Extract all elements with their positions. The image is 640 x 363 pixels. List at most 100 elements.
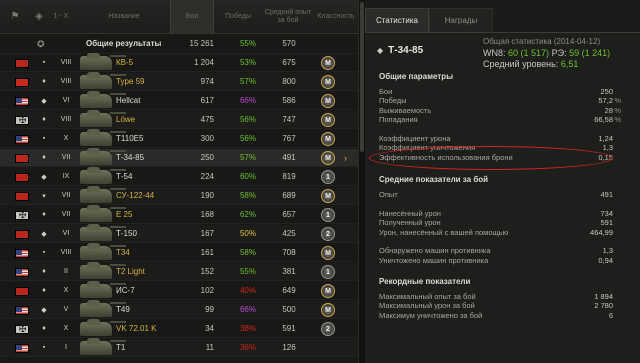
wins-value: 58% <box>239 248 256 257</box>
tab-awards[interactable]: Награды <box>429 8 493 32</box>
tank-icon <box>80 110 126 127</box>
table-row[interactable]: ♦ II T2 Light 152 55% 381 1 <box>0 262 358 281</box>
stat-value: 734 <box>600 208 613 218</box>
stat-row: Коэффициент урона 1,24 <box>379 134 621 143</box>
avg-xp-value: 819 <box>282 172 296 181</box>
table-row[interactable]: ♦ X ИС-7 102 40% 649 M <box>0 281 358 300</box>
stat-value: 57,2 <box>598 96 613 106</box>
battles-value: 190 <box>200 191 214 200</box>
wins-value: 57% <box>239 153 256 162</box>
stat-row: Максимальный урон за бой 2 780 <box>379 301 621 310</box>
stat-label: Попадания <box>379 115 418 125</box>
tank-icon <box>80 300 126 317</box>
avg-xp-value: 689 <box>282 191 296 200</box>
tank-icon <box>80 281 126 298</box>
table-row[interactable]: ♦ VII E 25 168 62% 657 1 <box>0 205 358 224</box>
tier-sort[interactable]: 1 - X <box>50 0 72 34</box>
battles-value: 167 <box>200 229 214 238</box>
avg-xp-value: 649 <box>282 286 296 295</box>
wins-column-header[interactable]: Победы <box>216 0 260 34</box>
total-stats-icon: ✪ <box>37 39 45 49</box>
mastery-badge-icon: M <box>321 132 335 146</box>
battles-value: 152 <box>200 267 214 276</box>
mastery-badge-icon: M <box>321 113 335 127</box>
stat-label: Нанесённый урон <box>379 208 441 218</box>
stat-label: Максимум уничтожено за бой <box>379 310 483 320</box>
vehicle-type-icon: ◆ <box>41 306 47 314</box>
name-column-header[interactable]: Название <box>80 0 168 34</box>
avg-xp-column-header[interactable]: Средний опыт за бой <box>262 0 314 34</box>
mastery-badge-icon: M <box>321 189 335 203</box>
table-row[interactable]: ◆ VI Т-150 167 50% 425 2 <box>0 224 358 243</box>
tank-name: T2 Light <box>116 267 145 276</box>
stats-body: ◆ Т-34-85 Общая статистика (2014-04-12) W… <box>365 32 640 363</box>
avg-xp-value: 425 <box>282 229 296 238</box>
stat-label: Максимальный урон за бой <box>379 301 475 311</box>
battles-column-header[interactable]: Бои <box>170 0 214 34</box>
wins-value: 66% <box>239 96 256 105</box>
tier-label: X <box>63 135 69 142</box>
tank-icon <box>80 148 126 165</box>
stat-value: 6 <box>608 310 613 320</box>
stat-row: Уничтожено машин противника 0,94 <box>379 256 621 265</box>
total-row[interactable]: ✪ Общие результаты 15 261 55% 570 <box>0 34 358 54</box>
nation-filter[interactable]: ⚑ <box>0 0 30 34</box>
selected-tank-title: ◆ Т-34-85 <box>377 45 423 56</box>
chevron-right-icon: › <box>344 153 347 163</box>
vehicle-class-icon: ◆ <box>377 46 384 55</box>
wins-value: 58% <box>239 191 256 200</box>
table-row[interactable]: ◆ V T49 99 66% 500 M <box>0 300 358 319</box>
mastery-badge-icon: 2 <box>321 322 335 336</box>
battles-value: 34 <box>205 324 214 333</box>
class-column-header[interactable]: Классность <box>314 0 358 34</box>
avg-xp-value: 500 <box>282 305 296 314</box>
table-row[interactable]: ▪ X T110E5 300 56% 767 M <box>0 129 358 148</box>
table-row[interactable]: ▪ I T1 11 36% 126 <box>0 338 358 357</box>
wins-value: 40% <box>239 286 256 295</box>
avg-xp-value: 767 <box>282 134 296 143</box>
battles-value: 300 <box>200 134 214 143</box>
tank-name: T110E5 <box>116 134 144 143</box>
vehicle-type-icon: ▪ <box>42 249 46 256</box>
stat-unit: % <box>614 105 621 115</box>
wn8-value: 60 (1 517) <box>508 48 550 58</box>
germany-flag-icon <box>15 210 29 221</box>
tank-icon <box>80 262 126 279</box>
table-row[interactable]: ▪ VIII T34 161 58% 708 M <box>0 243 358 262</box>
scrollbar-thumb[interactable] <box>360 2 364 152</box>
table-row[interactable]: ◆ IX Т-54 224 60% 819 1 <box>0 167 358 186</box>
table-row[interactable]: ◆ VI Hellcat 617 66% 586 M <box>0 91 358 110</box>
wins-value: 38% <box>239 324 256 333</box>
stat-row: Полученный урон 591 <box>379 218 621 227</box>
stat-row: Обнаружено машин противника 1,3 <box>379 246 621 255</box>
table-row[interactable]: ▾ VII СУ-122-44 190 58% 689 M <box>0 186 358 205</box>
battles-value: 11 <box>205 343 214 352</box>
wins-value: 62% <box>239 210 256 219</box>
table-row[interactable]: ♦ VII Т-34-85 250 57% 491 M › <box>0 148 358 167</box>
stat-label: Победы <box>379 96 407 106</box>
table-row[interactable]: ♦ VIII Type 59 974 57% 800 M <box>0 72 358 91</box>
re-label: РЭ: <box>551 48 567 58</box>
tier-label: X <box>63 325 69 332</box>
table-row[interactable]: ♦ X VK 72.01 K 34 38% 591 2 <box>0 319 358 338</box>
battles-value: 102 <box>200 286 214 295</box>
usa-flag-icon <box>15 135 29 144</box>
tank-name: Т-150 <box>116 229 137 238</box>
usa-flag-icon <box>15 268 29 277</box>
stat-label: Уничтожено машин противника <box>379 255 489 265</box>
stat-value: 464,99 <box>590 227 613 237</box>
table-row[interactable]: ♦ VIII Löwe 475 56% 747 M <box>0 110 358 129</box>
stat-unit: % <box>614 115 621 125</box>
tab-statistics[interactable]: Статистика <box>365 8 429 32</box>
scrollbar[interactable] <box>358 0 365 363</box>
section-title: Средние показатели за бой <box>379 175 489 184</box>
avg-xp-value: 126 <box>282 343 296 352</box>
stat-row: Попадания 66,58% <box>379 115 621 124</box>
usa-flag-icon <box>15 249 29 258</box>
usa-flag-icon <box>15 97 29 106</box>
table-row[interactable]: ▪ VIII КВ-5 1 204 53% 675 M <box>0 53 358 72</box>
vehicle-type-icon: ◆ <box>41 173 47 181</box>
battles-value: 161 <box>200 248 214 257</box>
type-filter[interactable]: ◈ <box>30 0 48 34</box>
stat-label: Опыт <box>379 190 398 199</box>
